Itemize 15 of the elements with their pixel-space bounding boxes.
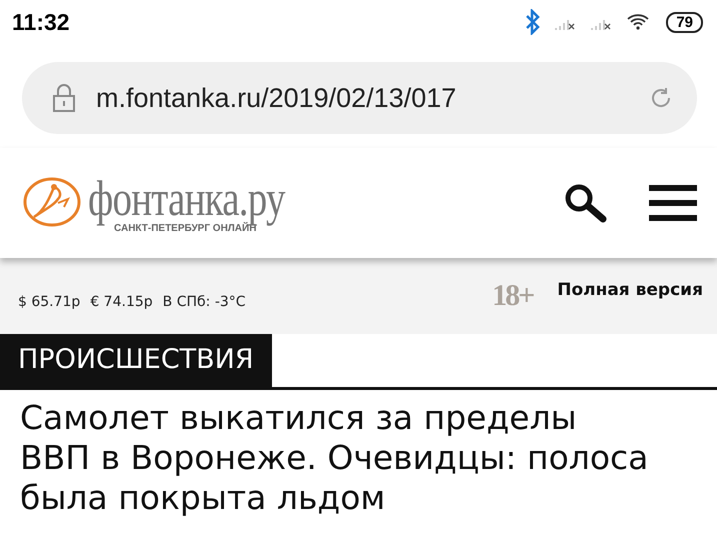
full-version-link[interactable]: Полная версия <box>557 280 703 300</box>
status-time: 11:32 <box>12 8 71 36</box>
address-bar[interactable]: m.fontanka.ru/2019/02/13/017 <box>22 62 697 134</box>
category-label[interactable]: ПРОИСШЕСТВИЯ <box>0 334 272 387</box>
info-item: В СПб: -3°C <box>162 294 246 310</box>
info-item: € 74.15р <box>90 294 153 310</box>
url-text: m.fontanka.ru/2019/02/13/017 <box>96 82 458 114</box>
info-item: $ 65.71р <box>18 294 80 310</box>
lock-icon <box>52 83 76 113</box>
battery-level: 79 <box>666 12 703 32</box>
bluetooth-icon <box>526 9 540 35</box>
age-rating: 18+ <box>492 279 534 313</box>
article-headline: Самолет выкатился за пределы ВВП в Воронеже. Очевидцы: полоса была покрыта льдом <box>19 398 650 518</box>
search-button[interactable] <box>563 182 609 224</box>
menu-button[interactable] <box>649 185 697 221</box>
